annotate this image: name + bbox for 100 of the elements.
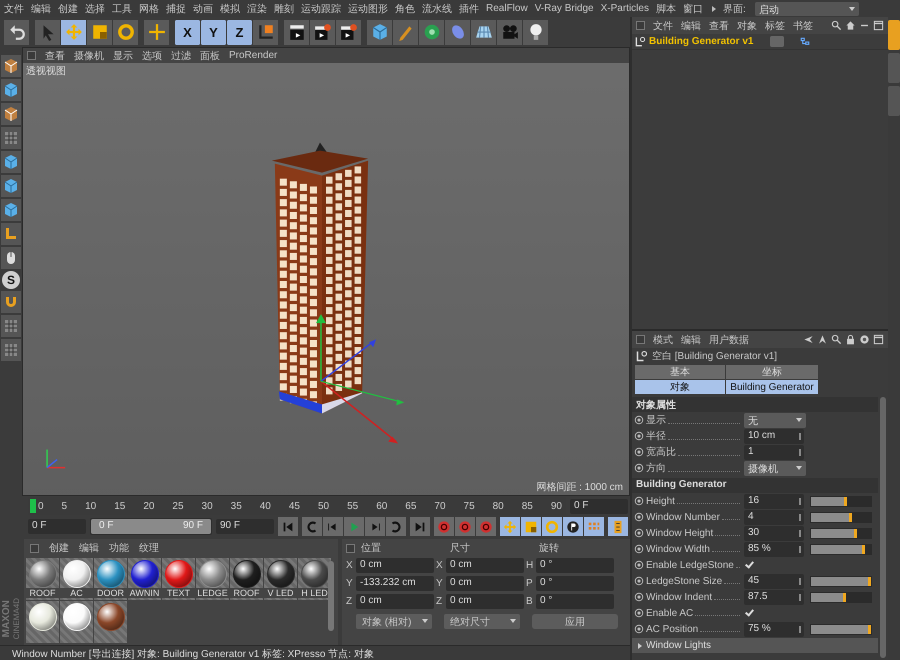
menu-item[interactable]: 动画 [193, 2, 213, 16]
coordinate-field[interactable]: 0 cm [446, 558, 524, 573]
coordinate-field[interactable]: 0 ° [536, 558, 614, 573]
tab[interactable]: 坐标 [726, 365, 818, 379]
slider-track[interactable] [810, 544, 872, 554]
tool-button[interactable] [1, 55, 21, 77]
animation-dot-icon[interactable] [634, 415, 644, 425]
animation-dot-icon[interactable] [634, 576, 644, 586]
animation-dot-icon[interactable] [634, 447, 644, 457]
menu-item[interactable]: 模拟 [220, 2, 240, 16]
menu-item[interactable]: 角色 [395, 2, 415, 16]
animation-dot-icon[interactable] [634, 528, 644, 538]
material-swatch[interactable]: AC [60, 558, 93, 600]
menu-item[interactable]: X-Particles [600, 3, 649, 14]
material-swatch[interactable]: TEXT [162, 558, 195, 600]
material-swatch[interactable]: H LED [298, 558, 331, 600]
panel-toggle[interactable] [636, 21, 645, 30]
panel-toggle[interactable] [346, 544, 355, 552]
material-swatch[interactable] [60, 601, 93, 643]
coordinate-field[interactable]: 0 ° [536, 594, 614, 609]
number-field[interactable]: 1 [744, 444, 804, 460]
animation-dot-icon[interactable] [634, 608, 644, 618]
menu-item[interactable]: 过滤 [171, 48, 191, 62]
coordinate-field[interactable]: 0 ° [536, 576, 614, 591]
gear-icon[interactable] [859, 334, 870, 345]
animation-dot-icon[interactable] [634, 624, 644, 634]
menu-item[interactable]: 选择 [85, 2, 105, 16]
slider-track[interactable] [810, 512, 872, 522]
mode-dropdown[interactable]: 对象 (相对) [356, 614, 432, 629]
coordinate-field[interactable]: 0 cm [356, 594, 434, 609]
menu-item[interactable]: 编辑 [31, 2, 51, 16]
frame-field[interactable]: 0 F [570, 498, 628, 514]
menu-item[interactable]: 用户数据 [709, 332, 749, 346]
menu-item[interactable]: 纹理 [139, 541, 159, 555]
menu-item[interactable]: 面板 [200, 48, 220, 62]
coordinate-field[interactable]: 0 cm [446, 576, 524, 591]
menu-item[interactable]: 摄像机 [74, 48, 104, 62]
menu-item[interactable]: 显示 [113, 48, 133, 62]
number-field[interactable]: 30 [744, 526, 804, 540]
tool-button[interactable] [523, 20, 548, 44]
material-swatch[interactable] [94, 601, 127, 643]
tool-button[interactable]: S [2, 271, 20, 289]
menu-item[interactable]: 运动图形 [348, 2, 388, 16]
number-field[interactable]: 45 [744, 574, 804, 588]
menu-item[interactable]: 文件 [653, 18, 673, 32]
number-field[interactable]: 10 cm [744, 428, 804, 444]
material-swatch[interactable]: V LED [264, 558, 297, 600]
home-icon[interactable] [845, 20, 856, 31]
transport-button[interactable] [563, 517, 583, 536]
menu-item[interactable]: 模式 [653, 332, 673, 346]
move-gizmo[interactable] [316, 314, 404, 444]
tool-button[interactable] [336, 20, 361, 44]
scrollbar[interactable] [328, 561, 334, 631]
tool-button[interactable] [253, 20, 278, 44]
menu-item[interactable]: 编辑 [681, 18, 701, 32]
arrow-up-icon[interactable] [817, 334, 828, 345]
number-field[interactable]: 85 % [744, 542, 804, 556]
menu-item[interactable]: 选项 [142, 48, 162, 62]
building-drawing[interactable] [272, 142, 368, 414]
menu-item[interactable]: 渲染 [247, 2, 267, 16]
tab[interactable]: 对象 [635, 380, 725, 394]
menu-item[interactable]: 捕捉 [166, 2, 186, 16]
tab[interactable]: 基本 [635, 365, 725, 379]
tab[interactable]: Building Generator [726, 380, 818, 394]
menu-item[interactable]: 工具 [112, 2, 132, 16]
animation-dot-icon[interactable] [634, 463, 644, 473]
number-field[interactable]: 4 [744, 510, 804, 524]
window-icon[interactable] [873, 20, 884, 31]
search-icon[interactable] [831, 334, 842, 345]
animation-dot-icon[interactable] [634, 592, 644, 602]
coordinate-field[interactable]: 0 cm [446, 594, 524, 609]
menu-item[interactable]: 创建 [49, 541, 69, 555]
menu-item[interactable]: 脚本 [656, 2, 676, 16]
menu-item[interactable]: V-Ray Bridge [534, 3, 594, 14]
arrow-left-icon[interactable] [803, 334, 814, 345]
coordinate-field[interactable]: 0 cm [356, 558, 434, 573]
group-header[interactable]: Window Lights [632, 638, 878, 653]
scrollbar[interactable] [880, 397, 886, 658]
number-field[interactable]: 87.5 [744, 590, 804, 604]
slider-track[interactable] [810, 528, 872, 538]
animation-dot-icon[interactable] [634, 431, 644, 441]
slider-track[interactable] [810, 592, 872, 602]
tool-button[interactable] [1, 103, 21, 125]
checkbox[interactable] [744, 608, 754, 618]
dropdown[interactable]: 无 [744, 412, 806, 428]
panel-toggle[interactable] [636, 335, 645, 344]
menu-item[interactable]: 文件 [4, 2, 24, 16]
material-swatch[interactable]: ROOF [230, 558, 263, 600]
axis-lock-button[interactable]: Z [227, 20, 252, 44]
animation-dot-icon[interactable] [634, 544, 644, 554]
checkbox[interactable] [744, 560, 754, 570]
hierarchy-icon[interactable] [799, 36, 811, 48]
animation-dot-icon[interactable] [634, 496, 644, 506]
layout-dropdown[interactable]: 启动 [754, 2, 859, 16]
end-frame-field[interactable]: 90 F [216, 519, 274, 534]
search-icon[interactable] [831, 20, 842, 31]
menu-item[interactable]: 插件 [459, 2, 479, 16]
axis-lock-button[interactable]: X [175, 20, 200, 44]
menu-item[interactable]: 标签 [765, 18, 785, 32]
animation-dot-icon[interactable] [634, 560, 644, 570]
